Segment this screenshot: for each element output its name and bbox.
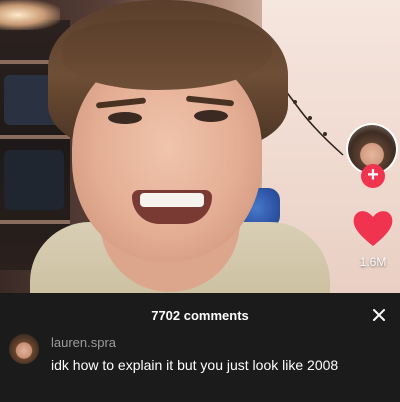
- heart-icon[interactable]: [352, 208, 394, 248]
- person-teeth: [140, 193, 204, 207]
- lamp-light: [0, 0, 60, 30]
- shelf-board: [0, 220, 70, 224]
- close-icon[interactable]: [372, 308, 386, 322]
- folded-clothes: [4, 150, 64, 210]
- comment-username[interactable]: lauren.spra: [51, 335, 116, 350]
- person-eye: [108, 112, 142, 124]
- comments-count-title: 7702 comments: [151, 308, 249, 323]
- comment-text: idk how to explain it but you just look …: [51, 357, 339, 373]
- video-player[interactable]: + 1.6M: [0, 0, 400, 293]
- plus-icon: +: [367, 164, 379, 186]
- comments-panel: 7702 comments lauren.spra idk how to exp…: [0, 293, 400, 402]
- person-eye: [194, 110, 228, 122]
- commenter-avatar[interactable]: [9, 334, 39, 364]
- person-mouth: [132, 190, 212, 224]
- like-count: 1.6M: [359, 255, 387, 269]
- shelf-board: [0, 135, 70, 139]
- follow-button[interactable]: +: [361, 164, 385, 188]
